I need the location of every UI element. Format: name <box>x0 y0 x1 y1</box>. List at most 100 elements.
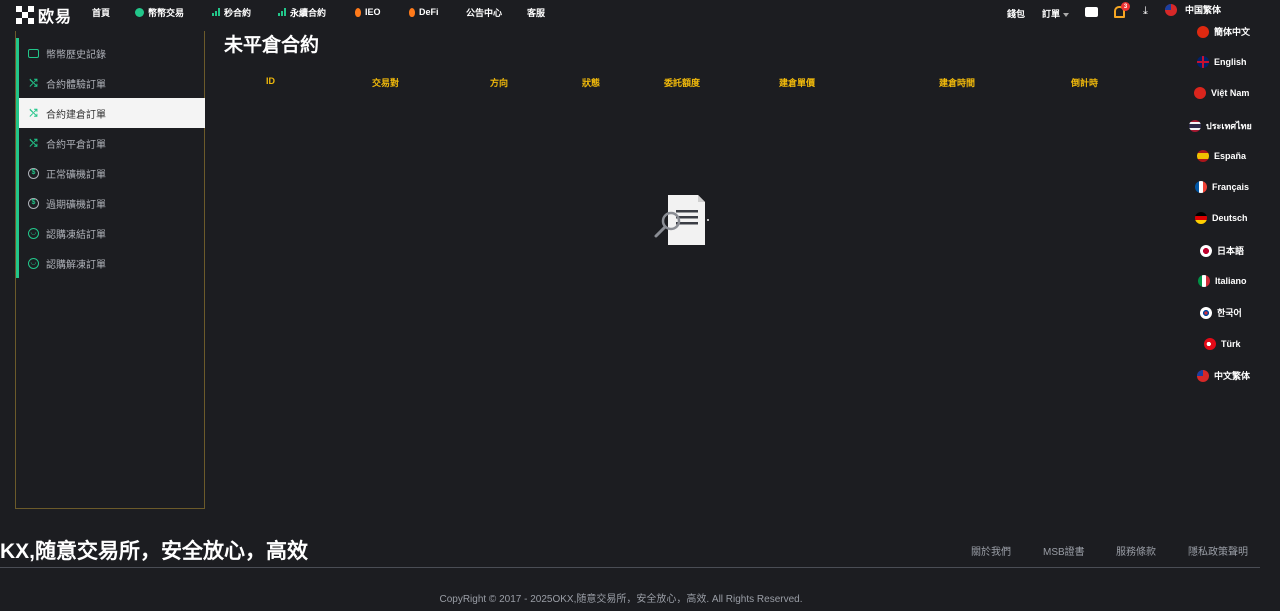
sidebar-item-label: 認購解凍訂單 <box>46 259 106 271</box>
orders-menu[interactable]: 訂單 <box>1042 7 1070 20</box>
nav-second-contract-label: 秒合約 <box>224 7 252 18</box>
language-label: 한국어 <box>1217 308 1242 318</box>
language-label: España <box>1214 151 1247 161</box>
nav-defi[interactable]: DeFi <box>409 7 439 17</box>
language-label: 中文繁体 <box>1214 371 1251 381</box>
okx-logo-icon <box>16 6 34 24</box>
column-header-id: ID <box>266 76 275 86</box>
sidebar-item-label: 合約體驗訂單 <box>46 79 106 91</box>
language-option-en[interactable]: English <box>1197 56 1280 68</box>
column-header-status: 狀態 <box>582 78 601 88</box>
language-option-ko[interactable]: 한국어 <box>1200 306 1280 319</box>
sidebar-item-spot-history[interactable]: 幣幣歷史記錄 <box>16 38 205 68</box>
language-option-fr[interactable]: Français <box>1195 181 1280 193</box>
nav-perpetual-contract[interactable]: 永續合約 <box>278 6 326 19</box>
nav-home[interactable]: 首頁 <box>92 6 110 19</box>
download-icon[interactable]: ⤓ <box>1143 5 1148 18</box>
column-header-pair: 交易對 <box>372 78 400 88</box>
sidebar-item-label: 合約平倉訂單 <box>46 139 106 151</box>
language-option-zh-tw[interactable]: 中文繁体 <box>1197 369 1280 382</box>
nav-customer-service-label: 客服 <box>527 7 546 18</box>
language-label: English <box>1214 57 1247 67</box>
footer-divider <box>0 567 1260 568</box>
column-header-amount: 委託額度 <box>664 78 701 88</box>
language-label: Việt Nam <box>1211 88 1250 98</box>
dollar-coin-icon: $ <box>28 197 39 209</box>
swap-icon: ⤭ <box>29 77 38 89</box>
sidebar-item-label: 正常礦機訂單 <box>46 169 106 181</box>
brand-name: 欧易 <box>38 9 73 26</box>
chevron-down-icon <box>1063 12 1070 17</box>
top-navbar: 欧易 首頁 幣幣交易 秒合約 永續合約 IEO DeFi 公告中心 客服 錢包 … <box>0 0 1280 27</box>
column-header-countdown: 倒計時 <box>1071 78 1099 88</box>
language-label: 簡体中文 <box>1214 27 1251 37</box>
it-flag-icon <box>1198 275 1210 287</box>
wallet-icon <box>28 48 39 58</box>
footer-link-terms[interactable]: 服務條款 <box>1116 543 1156 558</box>
de-flag-icon <box>1195 212 1207 224</box>
language-option-vi[interactable]: Việt Nam <box>1194 87 1280 99</box>
kr-flag-icon <box>1200 306 1212 319</box>
sidebar-item-subscription-frozen-orders[interactable]: ◡ 認購凍結訂單 <box>16 218 205 248</box>
column-header-open-time: 建倉時間 <box>939 78 976 88</box>
flame-icon <box>409 7 415 17</box>
language-option-de[interactable]: Deutsch <box>1195 212 1280 224</box>
sidebar-item-expired-mining-orders[interactable]: $ 過期礦機訂單 <box>16 188 205 218</box>
current-language: 中国繁体 <box>1185 5 1222 15</box>
th-flag-icon <box>1189 120 1201 132</box>
no-data-icon <box>652 192 712 250</box>
nav-spot-trading[interactable]: 幣幣交易 <box>135 6 184 19</box>
language-option-es[interactable]: España <box>1197 150 1280 162</box>
nav-spot-trading-label: 幣幣交易 <box>148 7 185 18</box>
sidebar-item-trial-contract-orders[interactable]: ⤭ 合約體驗訂單 <box>16 68 205 98</box>
language-option-it[interactable]: Italiano <box>1198 275 1280 287</box>
nav-ieo-label: IEO <box>365 7 381 17</box>
nav-perpetual-contract-label: 永續合約 <box>290 7 327 18</box>
language-option-zh-cn[interactable]: 簡体中文 <box>1197 25 1280 38</box>
flame-icon <box>355 7 361 17</box>
language-label: Français <box>1212 182 1250 192</box>
nav-ieo[interactable]: IEO <box>355 7 381 17</box>
swap-icon: ⤭ <box>29 107 38 119</box>
headset-icon: ◡ <box>28 257 39 269</box>
footer-link-msb[interactable]: MSB證書 <box>1043 543 1085 558</box>
language-option-th[interactable]: ประเทศไทย <box>1189 119 1280 133</box>
nav-home-label: 首頁 <box>92 7 111 18</box>
jp-flag-icon <box>1200 244 1212 257</box>
sidebar-item-label: 合約建倉訂單 <box>46 109 106 121</box>
logo[interactable]: 欧易 <box>16 3 72 27</box>
wallet-link[interactable]: 錢包 <box>1007 7 1025 20</box>
nav-second-contract[interactable]: 秒合約 <box>212 6 251 19</box>
message-icon[interactable] <box>1085 7 1098 17</box>
column-header-open-price: 建倉單價 <box>779 78 816 88</box>
tr-flag-icon <box>1204 338 1216 350</box>
nav-customer-service[interactable]: 客服 <box>527 6 545 19</box>
language-option-ja[interactable]: 日本語 <box>1200 244 1280 257</box>
language-selector[interactable]: 中国繁体 <box>1165 3 1221 16</box>
language-label: Türk <box>1221 339 1241 349</box>
nav-announcements[interactable]: 公告中心 <box>466 6 502 19</box>
tw-flag-icon <box>1197 369 1209 382</box>
sidebar-item-subscription-unfrozen-orders[interactable]: ◡ 認購解凍訂單 <box>16 248 205 278</box>
orders-label: 訂單 <box>1042 9 1061 19</box>
tw-flag-icon <box>1165 3 1177 16</box>
nav-announcements-label: 公告中心 <box>466 7 503 18</box>
sidebar-item-open-position-orders[interactable]: ⤭ 合約建倉訂單 <box>16 98 205 128</box>
notification-badge: 3 <box>1121 2 1130 11</box>
sidebar-item-active-mining-orders[interactable]: $ 正常礦機訂單 <box>16 158 205 188</box>
vn-flag-icon <box>1194 87 1206 99</box>
footer-link-about[interactable]: 關於我們 <box>971 543 1011 558</box>
coin-icon <box>135 7 144 17</box>
language-label: 日本語 <box>1217 246 1245 256</box>
copyright: CopyRight © 2017 - 2025OKX,随意交易所，安全放心，高效… <box>439 594 803 605</box>
language-option-tr[interactable]: Türk <box>1204 338 1280 350</box>
sidebar-item-label: 認購凍結訂單 <box>46 229 106 241</box>
footer-link-privacy[interactable]: 隱私政策聲明 <box>1188 543 1248 558</box>
sidebar-item-closed-position-orders[interactable]: ⤭ 合約平倉訂單 <box>16 128 205 158</box>
headset-icon: ◡ <box>28 227 39 239</box>
uk-flag-icon <box>1197 56 1209 68</box>
sidebar-item-label: 過期礦機訂單 <box>46 199 106 211</box>
nav-defi-label: DeFi <box>419 7 439 17</box>
chart-bars-icon <box>212 8 220 16</box>
dollar-coin-icon: $ <box>28 167 39 179</box>
